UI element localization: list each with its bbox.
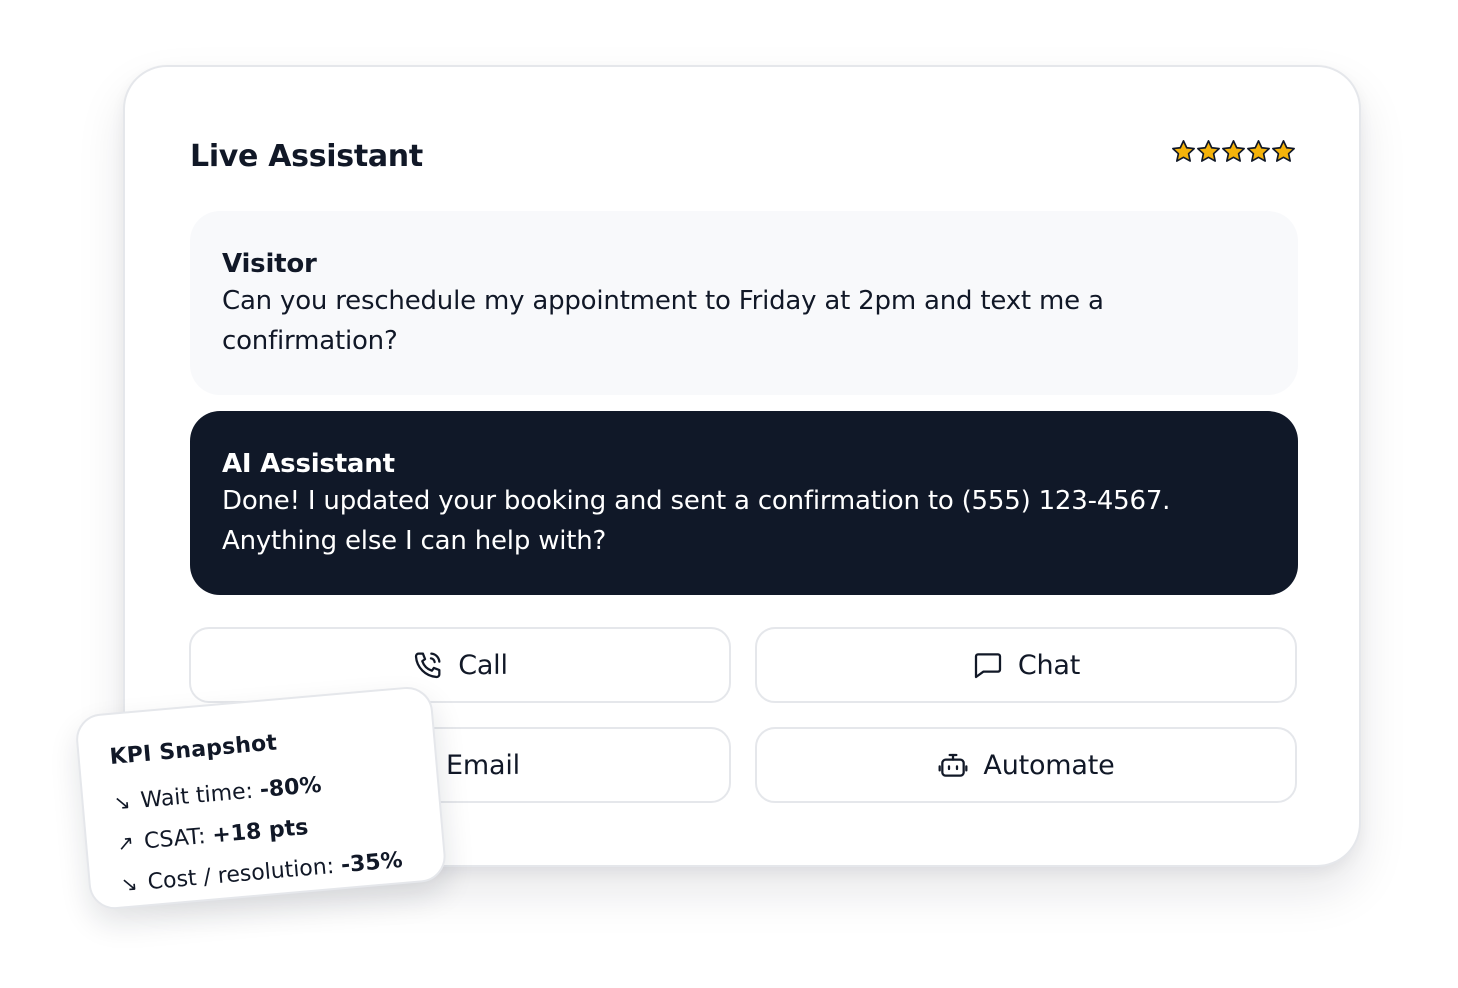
chat-button[interactable]: Chat [755,627,1297,703]
arrow-down-right-icon: ↘ [112,789,132,815]
call-button[interactable]: Call [189,627,731,703]
kpi-snapshot-card: KPI Snapshot ↘ Wait time: -80% ↗ CSAT: +… [74,684,448,912]
card-title: Live Assistant [190,139,423,174]
chat-bubble-icon [974,653,1001,679]
stage: Live Assistant Visitor Can you reschedul… [0,0,1458,988]
automate-button[interactable]: Automate [755,727,1297,803]
arrow-up-right-icon: ↗ [116,830,136,856]
kpi-value: -35% [339,847,404,879]
email-button-label: Email [446,749,520,781]
phone-icon [415,652,441,679]
kpi-label: Wait time: [139,778,255,814]
kpi-value: +18 pts [211,815,310,849]
star-icon [1222,140,1245,162]
assistant-message: AI Assistant Done! I updated your bookin… [190,411,1298,595]
chat-button-label: Chat [1017,649,1081,681]
star-icon [1272,140,1295,162]
arrow-down-right-icon: ↘ [119,871,139,897]
message-text: Can you reschedule my appointment to Fri… [222,286,1104,356]
message-sender: AI Assistant [222,449,395,479]
message-sender: Visitor [222,249,317,279]
message-text: Done! I updated your booking and sent a … [222,486,1171,556]
visitor-message: Visitor Can you reschedule my appointmen… [190,211,1298,395]
star-icon [1172,140,1195,162]
kpi-label: Cost / resolution: [146,853,336,896]
star-icon [1247,140,1270,162]
automate-button-label: Automate [983,749,1115,781]
robot-icon [938,753,968,777]
star-rating [1171,139,1296,164]
call-button-label: Call [458,649,508,681]
kpi-value: -80% [258,772,323,804]
kpi-label: CSAT: [143,824,207,855]
star-icon [1197,140,1220,162]
